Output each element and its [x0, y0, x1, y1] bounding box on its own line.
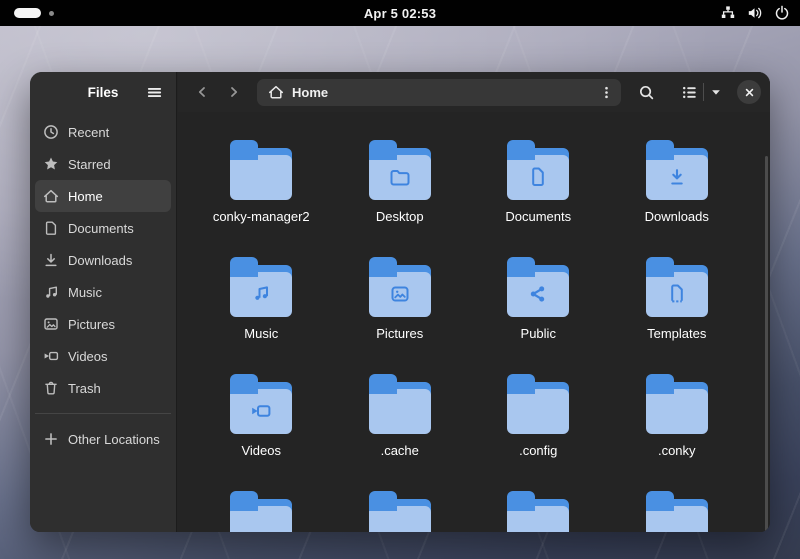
- folder-item-partial[interactable]: [479, 489, 597, 532]
- current-location-label: Home: [292, 84, 329, 100]
- folder-label: Music: [244, 326, 279, 341]
- search-button[interactable]: [633, 79, 659, 105]
- folder-item-.config[interactable]: .config: [479, 372, 597, 489]
- view-options-caret-button[interactable]: [704, 79, 728, 105]
- sidebar-item-other-locations[interactable]: Other Locations: [35, 423, 171, 455]
- sidebar-item-videos[interactable]: Videos: [35, 340, 171, 372]
- folder-item-videos[interactable]: Videos: [202, 372, 320, 489]
- folder-label: Public: [520, 326, 556, 341]
- sidebar-item-pictures[interactable]: Pictures: [35, 308, 171, 340]
- picture-icon: [43, 316, 59, 332]
- folder-item-desktop[interactable]: Desktop: [341, 138, 459, 255]
- sidebar-item-documents[interactable]: Documents: [35, 212, 171, 244]
- music-icon: [43, 284, 59, 300]
- sidebar-item-label: Music: [68, 284, 102, 300]
- power-icon[interactable]: [773, 5, 790, 22]
- folder-label: .cache: [380, 443, 419, 458]
- sidebar-item-label: Pictures: [68, 316, 115, 332]
- folder-item-public[interactable]: Public: [479, 255, 597, 372]
- folder-label: .conky: [657, 443, 696, 458]
- folder-item-.conky[interactable]: .conky: [618, 372, 736, 489]
- folder-item-downloads[interactable]: Downloads: [618, 138, 736, 255]
- back-button[interactable]: [189, 79, 215, 105]
- folder-item-music[interactable]: Music: [202, 255, 320, 372]
- folder-item-templates[interactable]: Templates: [618, 255, 736, 372]
- close-window-button[interactable]: [737, 80, 761, 104]
- sidebar-item-music[interactable]: Music: [35, 276, 171, 308]
- recent-icon: [43, 124, 59, 140]
- headerbar: Home: [178, 72, 770, 112]
- network-wired-icon[interactable]: [719, 5, 736, 22]
- sidebar-list: Recent Starred Home Documents Downloads Music…: [30, 112, 176, 455]
- sidebar-item-downloads[interactable]: Downloads: [35, 244, 171, 276]
- starred-icon: [43, 156, 59, 172]
- document-icon: [43, 220, 59, 236]
- vertical-scrollbar[interactable]: [765, 156, 768, 532]
- home-icon: [43, 188, 59, 204]
- folder-label: conky-manager2: [212, 209, 310, 224]
- download-icon: [43, 252, 59, 268]
- sidebar-item-recent[interactable]: Recent: [35, 116, 171, 148]
- folder-item-partial[interactable]: [618, 489, 736, 532]
- sidebar-item-label: Downloads: [68, 252, 133, 268]
- folder-label: Templates: [647, 326, 707, 341]
- app-title: Files: [87, 84, 119, 100]
- main-pane: Home conky-manager2 Desktop Documents Do…: [178, 72, 770, 532]
- folder-label: Documents: [505, 209, 572, 224]
- sidebar-item-starred[interactable]: Starred: [35, 148, 171, 180]
- sidebar-item-label: Videos: [68, 348, 108, 364]
- sidebar-item-label: Trash: [68, 380, 101, 396]
- folder-label: Downloads: [644, 209, 709, 224]
- plus-icon: [43, 431, 59, 447]
- video-icon: [43, 348, 59, 364]
- clock[interactable]: Apr 5 02:53: [0, 6, 800, 21]
- folder-item-partial[interactable]: [202, 489, 320, 532]
- home-icon: [268, 84, 284, 100]
- view-toggle: [675, 79, 728, 105]
- volume-icon[interactable]: [746, 5, 763, 22]
- sidebar-item-trash[interactable]: Trash: [35, 372, 171, 404]
- folder-item-conky-manager2[interactable]: conky-manager2: [202, 138, 320, 255]
- sidebar-item-label: Documents: [68, 220, 134, 236]
- nav-buttons: [189, 79, 247, 105]
- folder-label: .config: [519, 443, 558, 458]
- sidebar: Files Recent Starred Home Documents Download…: [30, 72, 177, 532]
- path-bar[interactable]: Home: [257, 78, 621, 106]
- folder-item-.cache[interactable]: .cache: [341, 372, 459, 489]
- forward-button[interactable]: [221, 79, 247, 105]
- sidebar-item-label: Other Locations: [68, 431, 160, 447]
- files-window: Files Recent Starred Home Documents Download…: [30, 72, 770, 532]
- list-view-button[interactable]: [675, 79, 703, 105]
- folder-item-partial[interactable]: [341, 489, 459, 532]
- folder-grid: conky-manager2 Desktop Documents Downloads M…: [178, 112, 770, 532]
- folder-label: Pictures: [376, 326, 424, 341]
- folder-label: Videos: [241, 443, 281, 458]
- sidebar-item-label: Home: [68, 188, 103, 204]
- hamburger-menu-button[interactable]: [142, 80, 166, 104]
- folder-view: conky-manager2 Desktop Documents Downloads M…: [178, 112, 770, 532]
- folder-item-pictures[interactable]: Pictures: [341, 255, 459, 372]
- folder-label: Desktop: [375, 209, 424, 224]
- location-menu-kebab-icon[interactable]: [595, 81, 617, 103]
- folder-item-documents[interactable]: Documents: [479, 138, 597, 255]
- system-tray[interactable]: [719, 5, 790, 22]
- trash-icon: [43, 380, 59, 396]
- sidebar-header: Files: [30, 72, 176, 112]
- sidebar-item-label: Starred: [68, 156, 111, 172]
- sidebar-divider: [35, 413, 171, 414]
- sidebar-item-home[interactable]: Home: [35, 180, 171, 212]
- top-bar: Apr 5 02:53: [0, 0, 800, 26]
- sidebar-item-label: Recent: [68, 124, 110, 140]
